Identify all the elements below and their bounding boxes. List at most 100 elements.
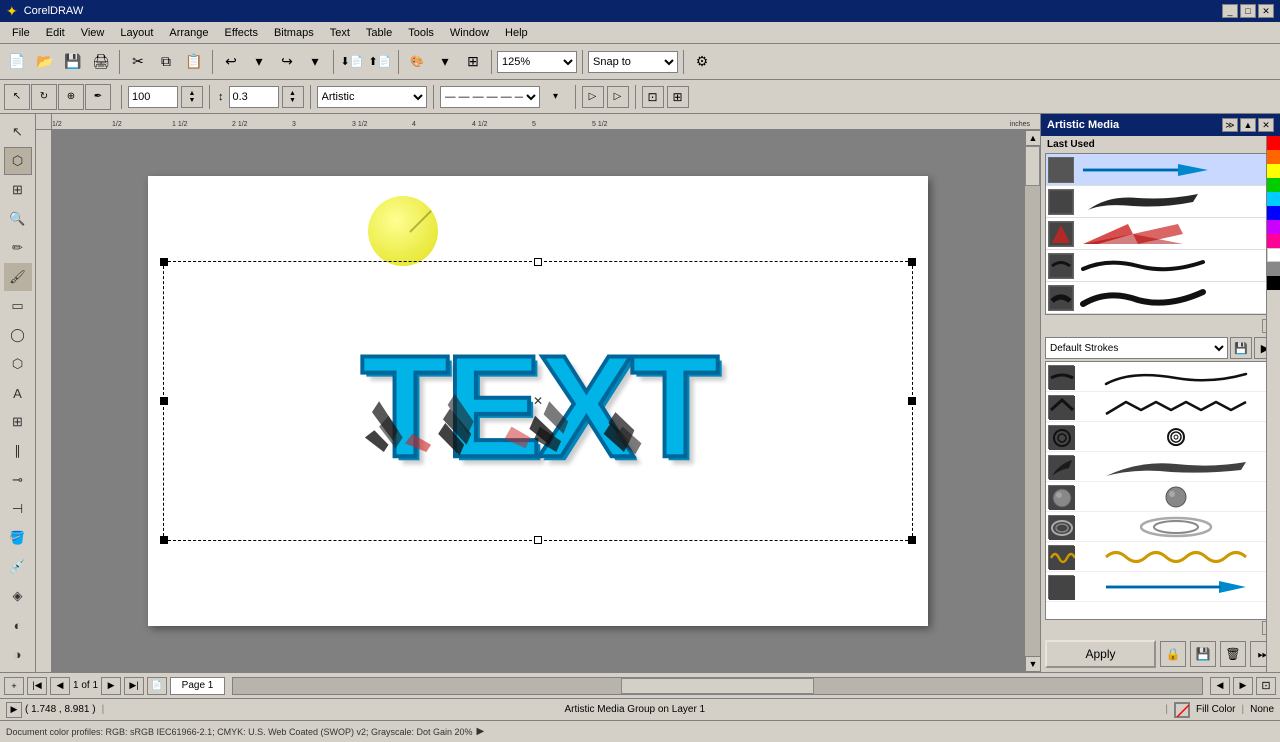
- color-black[interactable]: [1267, 276, 1280, 290]
- menu-window[interactable]: Window: [442, 25, 497, 41]
- tool-mirror[interactable]: ⊕: [58, 84, 84, 110]
- handle-bl[interactable]: [160, 536, 168, 544]
- stroke-row-2[interactable]: [1046, 392, 1275, 422]
- tool-connector[interactable]: ⊸: [4, 466, 32, 494]
- page-prev-btn[interactable]: ◀: [50, 677, 70, 695]
- tool-transparency[interactable]: ◑: [4, 640, 32, 668]
- menu-view[interactable]: View: [73, 25, 113, 41]
- tool-text[interactable]: A: [4, 379, 32, 407]
- stroke-row-4[interactable]: [1046, 452, 1275, 482]
- fit-btn[interactable]: ⊡: [642, 86, 664, 108]
- tool-node[interactable]: ⬡: [4, 147, 32, 175]
- zoom-select[interactable]: 125% 100% 75% 50%: [497, 51, 577, 73]
- scroll-up-btn[interactable]: ▲: [1025, 130, 1040, 146]
- handle-tr[interactable]: [908, 258, 916, 266]
- cut-button[interactable]: ✂: [125, 49, 151, 75]
- delete-btn[interactable]: 🗑: [1220, 641, 1246, 667]
- handle-mr[interactable]: [908, 397, 916, 405]
- maximize-button[interactable]: □: [1240, 4, 1256, 18]
- menu-table[interactable]: Table: [358, 25, 400, 41]
- tool-interactive-fill[interactable]: ◈: [4, 582, 32, 610]
- color-green[interactable]: [1267, 178, 1280, 192]
- minimize-button[interactable]: _: [1222, 4, 1238, 18]
- tool-fill[interactable]: 🪣: [4, 524, 32, 552]
- handle-br[interactable]: [908, 536, 916, 544]
- view-options-button[interactable]: ⊞: [460, 49, 486, 75]
- options-button[interactable]: ⚙: [689, 49, 715, 75]
- menu-arrange[interactable]: Arrange: [161, 25, 216, 41]
- handle-bm[interactable]: [534, 536, 542, 544]
- undo-dropdown[interactable]: ▾: [246, 49, 272, 75]
- coord-options-btn[interactable]: ▶: [6, 702, 22, 718]
- end-arrow-btn[interactable]: ▷: [607, 86, 629, 108]
- menu-help[interactable]: Help: [497, 25, 536, 41]
- color-yellow[interactable]: [1267, 164, 1280, 178]
- tool-polygon[interactable]: ⬡: [4, 350, 32, 378]
- size-spinner[interactable]: ▲▼: [181, 86, 203, 108]
- media-item-5[interactable]: [1046, 282, 1275, 314]
- vertical-scrollbar[interactable]: ▲ ▼: [1024, 130, 1040, 672]
- scroll-thumb-v[interactable]: [1025, 146, 1040, 186]
- color-blue[interactable]: [1267, 206, 1280, 220]
- undo-button[interactable]: ↩: [218, 49, 244, 75]
- width-input[interactable]: [229, 86, 279, 108]
- tool-shadow[interactable]: ◐: [4, 611, 32, 639]
- new-button[interactable]: 📄: [4, 49, 30, 75]
- canvas-wrapper[interactable]: 1/2 1/2 1 1/2 2 1/2 3 3 1/2 4 4 1/2 5 5 …: [36, 114, 1040, 672]
- start-arrow-btn[interactable]: ▷: [582, 86, 604, 108]
- menu-effects[interactable]: Effects: [217, 25, 266, 41]
- zoom-fit-btn[interactable]: ⊡: [1256, 677, 1276, 695]
- handle-ml[interactable]: [160, 397, 168, 405]
- scroll-left-btn[interactable]: ◀: [1210, 677, 1230, 695]
- tool-artistic-media[interactable]: 🖌: [4, 263, 32, 291]
- stroke-row-8[interactable]: [1046, 572, 1275, 602]
- apply-button[interactable]: Apply: [1045, 640, 1156, 668]
- tool-parallel[interactable]: ∥: [4, 437, 32, 465]
- tool-table2[interactable]: ⊞: [4, 408, 32, 436]
- color-orange[interactable]: [1267, 150, 1280, 164]
- panel-close-btn[interactable]: ✕: [1258, 118, 1274, 132]
- copy-button[interactable]: ⧉: [153, 49, 179, 75]
- stroke-row-6[interactable]: [1046, 512, 1275, 542]
- size-input[interactable]: [128, 86, 178, 108]
- page-add-btn[interactable]: +: [4, 677, 24, 695]
- page-next-btn[interactable]: ▶: [101, 677, 121, 695]
- panel-expand-btn[interactable]: ≫: [1222, 118, 1238, 132]
- color-purple[interactable]: [1267, 220, 1280, 234]
- canvas-area[interactable]: TEXT: [52, 130, 1024, 672]
- page-name-input[interactable]: [170, 677, 225, 695]
- tool-ellipse[interactable]: ◯: [4, 321, 32, 349]
- color-pink[interactable]: [1267, 234, 1280, 248]
- handle-tm[interactable]: [534, 258, 542, 266]
- menu-bitmaps[interactable]: Bitmaps: [266, 25, 322, 41]
- save-stroke-btn[interactable]: 💾: [1230, 337, 1252, 359]
- handle-tl[interactable]: [160, 258, 168, 266]
- panel-minimize-btn[interactable]: ▲: [1240, 118, 1256, 132]
- tool-zoom[interactable]: 🔍: [4, 205, 32, 233]
- tool-dropper[interactable]: 💉: [4, 553, 32, 581]
- save-btn[interactable]: 💾: [1190, 641, 1216, 667]
- style-select[interactable]: Artistic: [317, 86, 427, 108]
- stroke-row-7[interactable]: [1046, 542, 1275, 572]
- grid-btn[interactable]: ⊞: [667, 86, 689, 108]
- tool-crop[interactable]: ⊞: [4, 176, 32, 204]
- tool-pen[interactable]: ✒: [85, 84, 111, 110]
- scroll-track-v[interactable]: [1025, 146, 1040, 656]
- tool-rectangle[interactable]: ▭: [4, 292, 32, 320]
- stroke-row-5[interactable]: [1046, 482, 1275, 512]
- snap-to-select[interactable]: Snap to: [588, 51, 678, 73]
- stroke-row-3[interactable]: [1046, 422, 1275, 452]
- color-red[interactable]: [1267, 136, 1280, 150]
- default-strokes-select[interactable]: Default Strokes: [1045, 337, 1228, 359]
- horizontal-scrollbar[interactable]: [232, 677, 1203, 695]
- dash-type-btn[interactable]: ▾: [543, 84, 569, 110]
- menu-tools[interactable]: Tools: [400, 25, 442, 41]
- page-last-btn[interactable]: ▶|: [124, 677, 144, 695]
- menu-text[interactable]: Text: [322, 25, 358, 41]
- tool-arrow[interactable]: ↖: [4, 84, 30, 110]
- import-button[interactable]: ⬇📄: [339, 49, 365, 75]
- tool-select[interactable]: ↖: [4, 118, 32, 146]
- save-button[interactable]: 💾: [60, 49, 86, 75]
- menu-file[interactable]: File: [4, 25, 38, 41]
- lock-btn[interactable]: 🔒: [1160, 641, 1186, 667]
